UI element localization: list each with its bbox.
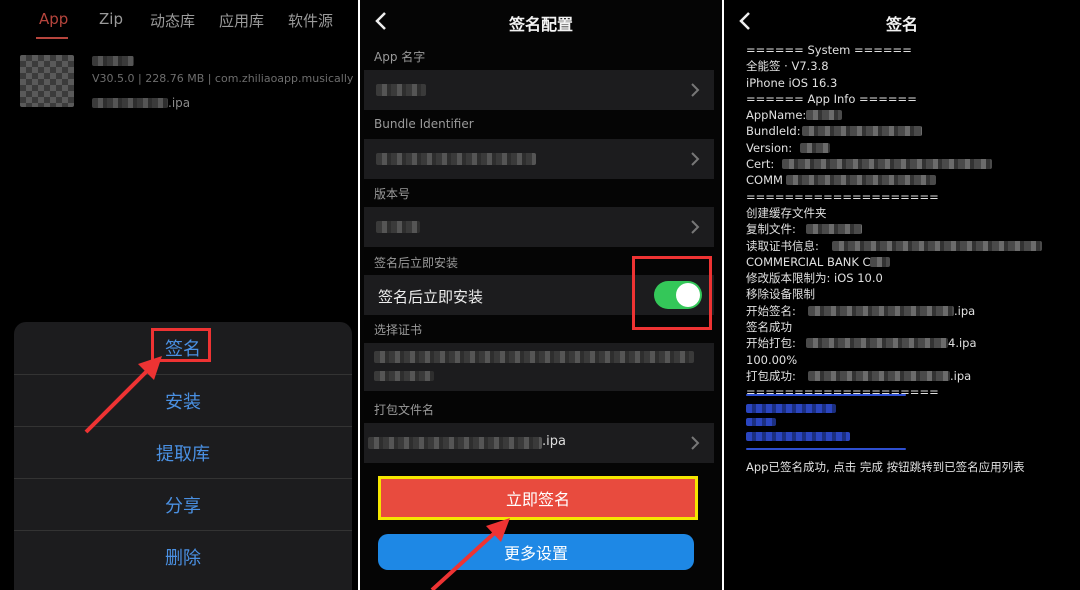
log-line: ==================== <box>746 385 939 400</box>
success-message: App已签名成功, 点击 完成 按钮跳转到已签名应用列表 <box>746 460 1025 474</box>
log-line: 创建缓存文件夹 <box>746 205 827 220</box>
log-line: 开始签名: .ipa <box>746 303 976 318</box>
log-line: 开始打包: 4.ipa <box>746 336 977 351</box>
log-line: Version: <box>746 140 1076 156</box>
log-line: 签名成功 <box>746 320 792 335</box>
log-line: 修改版本限制为: iOS 10.0 <box>746 271 883 286</box>
log-line: COMM <box>746 172 1076 188</box>
pointer-arrow <box>430 518 510 590</box>
sign-log-panel: 签名 ====== System ====== 全能签 · V7.3.8 iPh… <box>724 0 1080 590</box>
log-line: COMMERCIAL BANK C <box>746 254 1076 270</box>
pointer-arrow <box>84 356 162 434</box>
log-line: 打包成功: .ipa <box>746 368 972 383</box>
log-line: iPhone iOS 16.3 <box>746 75 838 90</box>
log-line: ==================== <box>746 189 939 204</box>
log-line: AppName: <box>746 107 1076 123</box>
sign-config-panel: 签名配置 App 名字 Bundle Identifier 版本号 签名后立即安… <box>360 0 722 590</box>
log-line: 读取证书信息: <box>746 238 1076 254</box>
page-title: 签名 <box>885 15 918 34</box>
app-list-panel: App Zip 动态库 应用库 软件源 V30.5.0 | 228.76 MB … <box>0 0 358 590</box>
log-line: Cert: <box>746 156 1076 172</box>
log-line: ====== System ====== <box>746 43 912 57</box>
sign-log: ====== System ====== 全能签 · V7.3.8 iPhone… <box>746 42 1076 401</box>
log-line: 复制文件: <box>746 221 1076 237</box>
log-line: 移除设备限制 <box>746 287 815 302</box>
log-line: 全能签 · V7.3.8 <box>746 59 829 74</box>
log-line: ====== App Info ====== <box>746 91 917 106</box>
log-line: 100.00% <box>746 352 798 367</box>
log-line: BundleId: <box>746 123 1076 139</box>
